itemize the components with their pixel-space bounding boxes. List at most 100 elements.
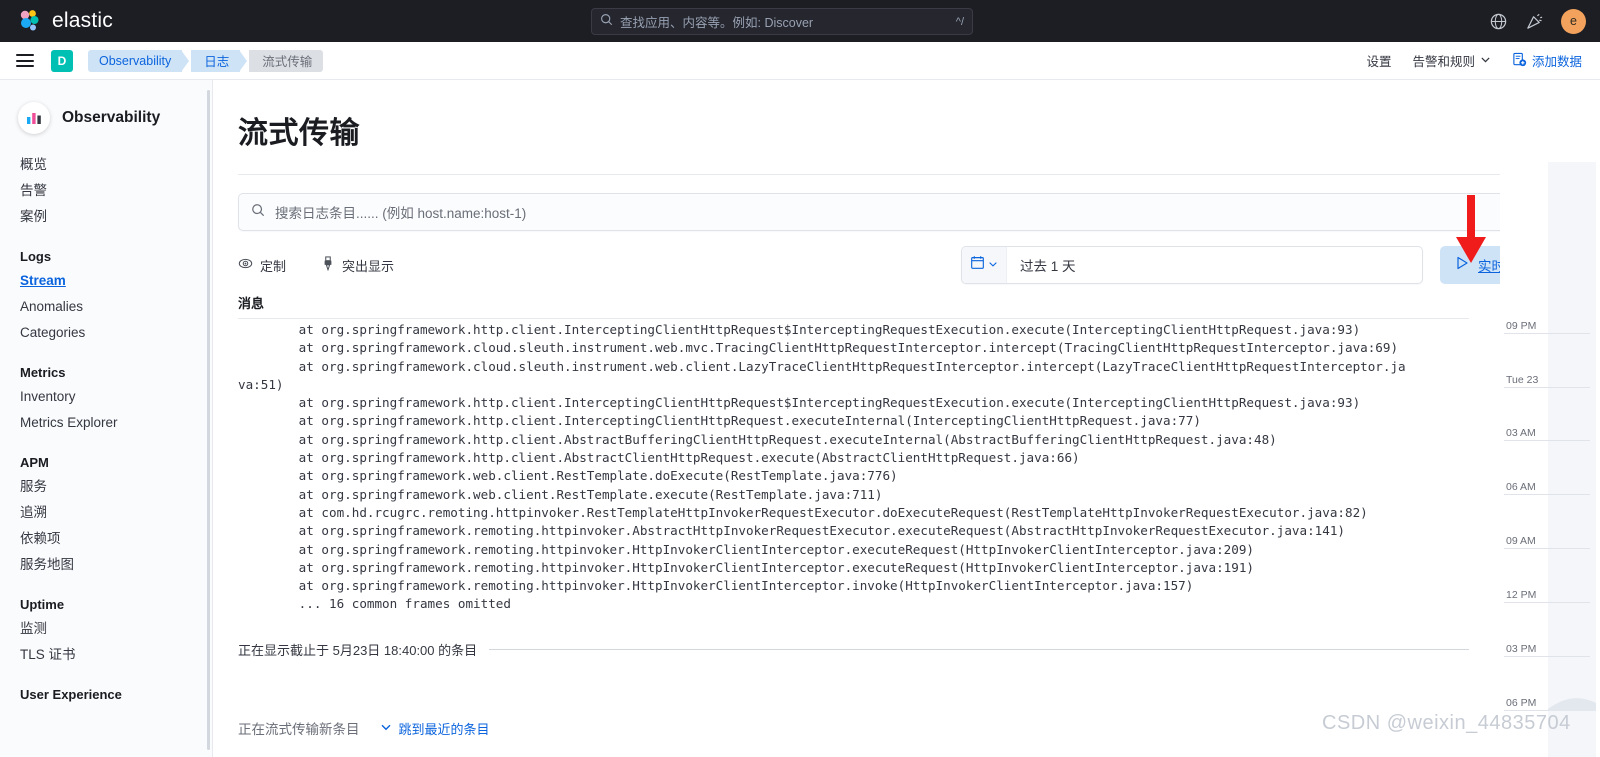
log-stream-panel[interactable]: at org.springframework.http.client.Inter…	[238, 318, 1469, 624]
search-shortcut-hint: ^/	[955, 15, 964, 28]
log-line[interactable]: at org.springframework.http.client.Abstr…	[238, 449, 1469, 467]
log-line[interactable]: at org.springframework.http.client.Inter…	[238, 321, 1469, 339]
annotation-arrow-icon	[1456, 195, 1486, 263]
date-range-value[interactable]: 过去 1 天	[1007, 255, 1076, 275]
chevron-down-icon	[380, 721, 392, 736]
breadcrumb-item-observability[interactable]: Observability	[88, 49, 190, 72]
sidebar-title: Observability	[62, 109, 161, 126]
time-axis-tick-label: 12 PM	[1506, 589, 1537, 601]
user-avatar[interactable]: e	[1561, 8, 1586, 34]
log-lines-container: at org.springframework.http.client.Inter…	[238, 319, 1469, 614]
sidebar-item-anomalies[interactable]: Anomalies	[0, 294, 212, 320]
log-line[interactable]: at org.springframework.remoting.httpinvo…	[238, 559, 1469, 577]
sidebar-group-apm: APM	[20, 455, 49, 470]
time-axis-tick: 03 AM	[1504, 427, 1600, 441]
log-line[interactable]: ... 16 common frames omitted	[238, 595, 1469, 613]
time-axis-tick-line	[1504, 440, 1590, 441]
space-avatar[interactable]: D	[51, 49, 73, 72]
jump-to-latest-button[interactable]: 跳到最近的条目	[380, 719, 490, 738]
time-axis-tick-label: 09 PM	[1506, 320, 1537, 332]
log-line[interactable]: at org.springframework.cloud.sleuth.inst…	[238, 358, 1469, 376]
brand: elastic	[0, 8, 113, 34]
message-column-header: 消息	[238, 296, 265, 311]
time-axis-tick-label: 03 AM	[1506, 427, 1536, 439]
log-line[interactable]: at org.springframework.remoting.httpinvo…	[238, 522, 1469, 540]
sidebar-item-告警[interactable]: 告警	[0, 178, 212, 204]
sidebar-item-inventory[interactable]: Inventory	[0, 384, 212, 410]
log-line[interactable]: va:51)	[238, 376, 1469, 394]
time-axis-tick: Tue 23	[1504, 374, 1600, 388]
log-line[interactable]: at org.springframework.web.client.RestTe…	[238, 467, 1469, 485]
add-data-button[interactable]: 添加数据	[1512, 51, 1582, 70]
announcement-icon[interactable]	[1525, 12, 1544, 31]
eye-icon	[238, 256, 253, 274]
log-line[interactable]: at org.springframework.remoting.httpinvo…	[238, 577, 1469, 595]
log-line[interactable]: at org.springframework.remoting.httpinvo…	[238, 541, 1469, 559]
time-axis-tick-line	[1504, 548, 1590, 549]
time-axis-tick-line	[1504, 602, 1590, 603]
sidebar-item-categories[interactable]: Categories	[0, 320, 212, 346]
sidebar-group-logs: Logs	[20, 249, 52, 264]
global-search-input[interactable]: 查找应用、内容等。例如: Discover ^/	[591, 8, 973, 35]
time-axis-minimap[interactable]: 09 PM Tue 23 03 AM 06 AM 09 AM 12 PM 03 PM 06 P…	[1500, 80, 1600, 757]
settings-link[interactable]: 设置	[1366, 51, 1391, 70]
cut-notice-line	[489, 649, 1469, 650]
breadcrumb-item-stream[interactable]: 流式传输	[241, 49, 324, 72]
sidebar-group-metrics: Metrics	[20, 365, 66, 380]
globe-icon[interactable]	[1489, 12, 1508, 31]
time-axis-tick: 09 PM	[1504, 320, 1600, 334]
customize-button[interactable]: 定制	[238, 256, 286, 275]
time-axis-tick-label: 06 AM	[1506, 481, 1536, 493]
add-data-icon	[1512, 52, 1527, 70]
time-axis-tick-line	[1504, 387, 1590, 388]
time-axis-tick: 06 AM	[1504, 481, 1600, 495]
sidebar-header: Observability	[0, 80, 212, 134]
log-line[interactable]: at org.springframework.cloud.sleuth.inst…	[238, 339, 1469, 357]
sidebar-item-概览[interactable]: 概览	[0, 152, 212, 178]
sidebar-item-服务地图[interactable]: 服务地图	[0, 552, 212, 578]
sidebar-item-服务[interactable]: 服务	[0, 474, 212, 500]
page-title: 流式传输	[238, 117, 360, 150]
highlight-button[interactable]: 突出显示	[321, 256, 394, 275]
chevron-down-icon	[1480, 54, 1491, 68]
log-line[interactable]: at org.springframework.http.client.Inter…	[238, 412, 1469, 430]
time-axis-tick-line	[1504, 656, 1590, 657]
menu-toggle-button[interactable]	[16, 51, 34, 71]
global-search-placeholder: 查找应用、内容等。例如: Discover	[620, 16, 814, 30]
breadcrumb-bar: D Observability 日志 流式传输 设置 告警和规则 添加数据	[0, 42, 1600, 80]
sidebar-scrollbar[interactable]	[207, 90, 210, 750]
navbar-actions: 设置 告警和规则 添加数据	[1366, 51, 1600, 70]
sidebar-item-metrics-explorer[interactable]: Metrics Explorer	[0, 410, 212, 436]
watermark: CSDN @weixin_44835704	[1322, 712, 1571, 734]
sidebar-nav-list: 概览 告警 案例 Logs Stream Anomalies Categories Metri…	[0, 152, 212, 706]
search-icon	[600, 13, 613, 31]
sidebar-item-追溯[interactable]: 追溯	[0, 500, 212, 526]
sidebar-item-tls-证书[interactable]: TLS 证书	[0, 642, 212, 668]
observability-logo-icon	[18, 102, 50, 134]
stream-controls-row: 定制 突出显示 过去 1 天	[213, 231, 1600, 285]
sidebar-item-stream[interactable]: Stream	[0, 268, 212, 294]
global-header: elastic 查找应用、内容等。例如: Discover ^/ e	[0, 0, 1600, 42]
sidebar-item-监测[interactable]: 监测	[0, 616, 212, 642]
alerts-and-rules-menu[interactable]: 告警和规则	[1412, 51, 1491, 70]
sidebar-item-案例[interactable]: 案例	[0, 204, 212, 230]
log-line[interactable]: at com.hd.rcugrc.remoting.httpinvoker.Re…	[238, 504, 1469, 522]
minimap-track[interactable]	[1548, 162, 1596, 757]
search-icon	[251, 203, 265, 222]
cut-notice-row: 正在显示截止于 5月23日 18:40:00 的条目	[238, 640, 1469, 659]
time-axis-tick-line	[1504, 494, 1590, 495]
date-range-picker[interactable]: 过去 1 天	[961, 246, 1423, 284]
calendar-icon	[970, 255, 985, 275]
sidebar-group-uptime: Uptime	[20, 597, 65, 612]
calendar-dropdown-button[interactable]	[962, 247, 1007, 283]
log-line[interactable]: at org.springframework.web.client.RestTe…	[238, 486, 1469, 504]
log-line[interactable]: at org.springframework.http.client.Inter…	[238, 394, 1469, 412]
sidebar-item-依赖项[interactable]: 依赖项	[0, 526, 212, 552]
breadcrumb-item-logs[interactable]: 日志	[183, 49, 248, 72]
brand-name: elastic	[52, 9, 113, 32]
time-axis-tick: 09 AM	[1504, 535, 1600, 549]
log-line[interactable]: at org.springframework.http.client.Abstr…	[238, 431, 1469, 449]
time-axis-tick: 12 PM	[1504, 589, 1600, 603]
log-search-input[interactable]: 搜索日志条目...... (例如 host.name:host-1)	[238, 193, 1575, 231]
